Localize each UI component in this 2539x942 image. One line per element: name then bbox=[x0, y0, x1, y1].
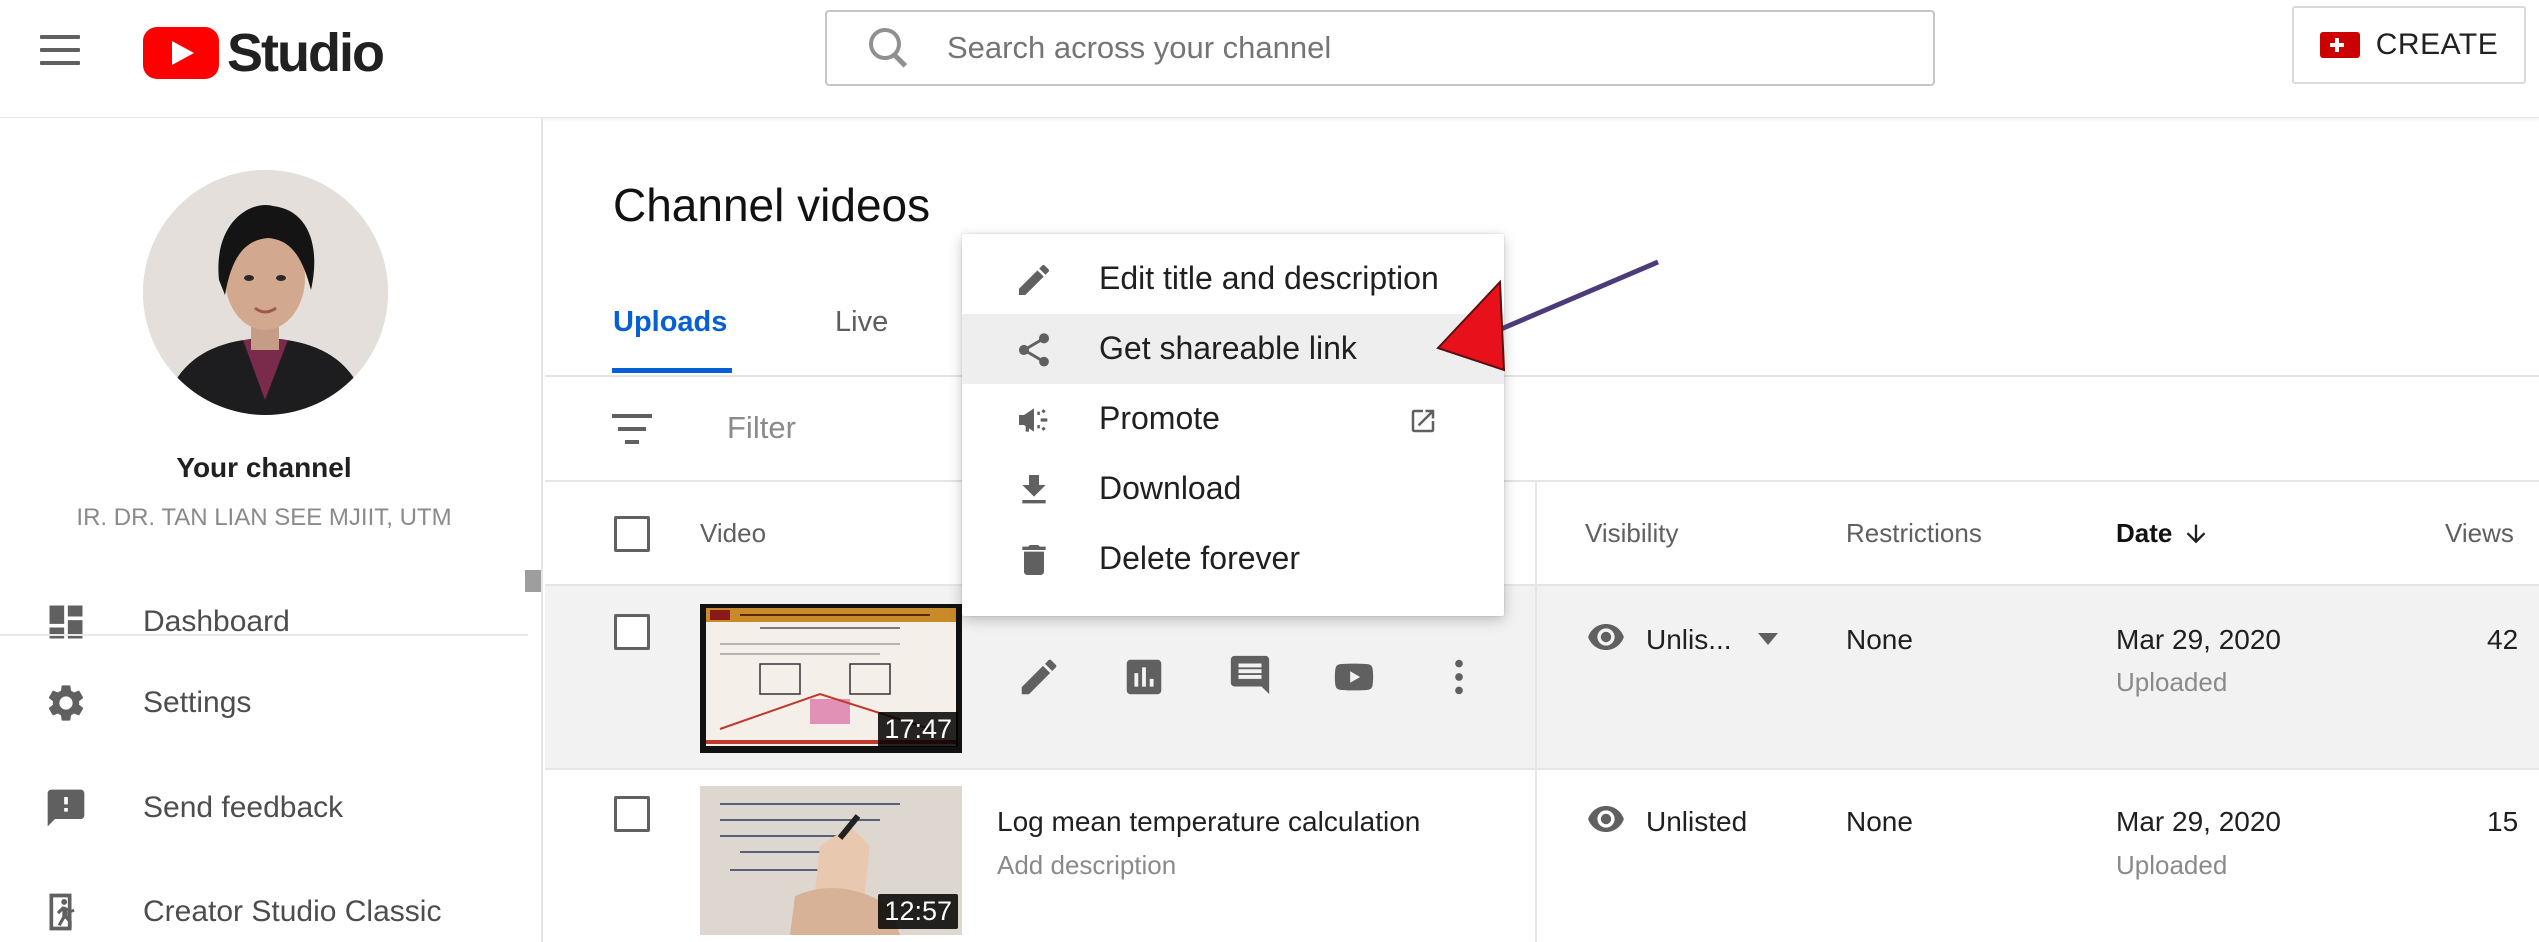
top-app-bar: Studio CREATE bbox=[0, 0, 2539, 118]
share-icon bbox=[1018, 333, 1050, 367]
column-header-views[interactable]: Views bbox=[2445, 518, 2514, 549]
column-header-date[interactable]: Date bbox=[2116, 518, 2206, 549]
sidebar-item-dashboard[interactable]: Dashboard bbox=[0, 582, 528, 662]
download-icon bbox=[1022, 475, 1046, 504]
menu-item-download[interactable]: Download bbox=[962, 454, 1504, 524]
analytics-icon[interactable] bbox=[1121, 654, 1167, 700]
dropdown-arrow-icon bbox=[1758, 633, 1778, 645]
menu-item-label: Get shareable link bbox=[1099, 330, 1357, 366]
menu-item-promote[interactable]: Promote bbox=[962, 384, 1504, 454]
video-duration: 17:47 bbox=[878, 712, 958, 747]
search-icon bbox=[867, 26, 911, 70]
search-box[interactable] bbox=[825, 10, 1935, 86]
sidebar-item-label: Send feedback bbox=[143, 791, 344, 824]
page-title: Channel videos bbox=[613, 179, 931, 231]
sidebar-divider bbox=[0, 634, 528, 636]
active-tab-indicator bbox=[612, 368, 732, 373]
menu-item-delete-forever[interactable]: Delete forever bbox=[962, 524, 1504, 594]
annotation-arrow bbox=[1436, 259, 1659, 372]
video-duration: 12:57 bbox=[878, 894, 958, 929]
column-header-video: Video bbox=[700, 518, 767, 548]
sidebar-item-label: Settings bbox=[143, 686, 252, 719]
gear-icon bbox=[48, 685, 84, 721]
sidebar-item-creator-studio-classic[interactable]: Creator Studio Classic bbox=[0, 872, 528, 942]
comments-icon[interactable] bbox=[1227, 652, 1273, 698]
search-input[interactable] bbox=[947, 30, 1847, 66]
video-thumbnail[interactable]: 12:57 bbox=[700, 786, 962, 935]
restrictions-value: None bbox=[1846, 624, 1913, 655]
create-button[interactable]: CREATE bbox=[2292, 6, 2526, 84]
visibility-value: Unlis... bbox=[1646, 624, 1732, 655]
row-divider bbox=[545, 768, 2539, 770]
menu-item-label: Download bbox=[1099, 470, 1242, 506]
menu-item-label: Edit title and description bbox=[1099, 260, 1439, 296]
menu-item-label: Promote bbox=[1099, 400, 1220, 436]
date-value: Mar 29, 2020 bbox=[2116, 624, 2281, 655]
channel-name: Your channel bbox=[176, 452, 352, 483]
youtube-view-icon[interactable] bbox=[1331, 654, 1377, 700]
date-status: Uploaded bbox=[2116, 850, 2228, 880]
tab-live[interactable]: Live bbox=[835, 306, 888, 339]
restrictions-value: None bbox=[1846, 806, 1913, 837]
column-divider bbox=[1535, 482, 1537, 942]
row-checkbox[interactable] bbox=[614, 614, 650, 650]
video-thumbnail[interactable]: 17:47 bbox=[700, 604, 962, 753]
feedback-icon bbox=[47, 789, 85, 827]
visibility-value[interactable]: Unlisted bbox=[1646, 806, 1747, 838]
video-description[interactable]: Add description bbox=[997, 850, 1176, 881]
channel-avatar[interactable] bbox=[143, 170, 388, 415]
menu-item-label: Delete forever bbox=[1099, 540, 1300, 576]
filter-icon[interactable] bbox=[610, 414, 654, 444]
filter-input[interactable]: Filter bbox=[727, 410, 796, 446]
studio-logo[interactable]: Studio bbox=[143, 22, 385, 84]
logo-text: Studio bbox=[227, 23, 385, 83]
sort-down-arrow-icon bbox=[2186, 524, 2206, 544]
row-checkbox[interactable] bbox=[614, 796, 650, 832]
external-link-icon bbox=[1411, 409, 1435, 433]
column-header-visibility[interactable]: Visibility bbox=[1585, 518, 1678, 549]
trash-icon bbox=[1022, 545, 1046, 575]
column-header-restrictions[interactable]: Restrictions bbox=[1846, 518, 1982, 549]
megaphone-icon bbox=[1019, 408, 1048, 432]
dashboard-icon bbox=[49, 605, 83, 639]
views-value: 42 bbox=[2487, 624, 2519, 655]
views-value: 15 bbox=[2487, 806, 2519, 837]
column-header-date-label: Date bbox=[2116, 518, 2173, 548]
sidebar-item-label: Creator Studio Classic bbox=[143, 895, 442, 928]
eye-icon bbox=[1588, 624, 1624, 650]
date-value: Mar 29, 2020 bbox=[2116, 806, 2281, 837]
video-title[interactable]: Log mean temperature calculation bbox=[997, 806, 1420, 838]
create-video-icon bbox=[2319, 32, 2360, 58]
exit-icon bbox=[49, 893, 75, 931]
filter-divider bbox=[545, 480, 2539, 482]
youtube-play-icon bbox=[143, 27, 219, 79]
select-all-checkbox[interactable] bbox=[614, 516, 650, 552]
sidebar-item-settings[interactable]: Settings bbox=[0, 663, 528, 743]
eye-icon bbox=[1588, 806, 1624, 832]
edit-details-icon[interactable] bbox=[1016, 654, 1062, 700]
pencil-icon bbox=[1019, 264, 1050, 295]
sidebar: Your channel IR. DR. TAN LIAN SEE MJIIT,… bbox=[0, 118, 543, 942]
sidebar-item-send-feedback[interactable]: Send feedback bbox=[0, 768, 528, 848]
visibility-dropdown[interactable]: Unlis... bbox=[1646, 624, 1778, 656]
more-options-icon[interactable] bbox=[1436, 654, 1482, 700]
tab-uploads[interactable]: Uploads bbox=[613, 306, 727, 339]
date-status: Uploaded bbox=[2116, 667, 2228, 697]
channel-subtitle: IR. DR. TAN LIAN SEE MJIIT, UTM bbox=[76, 504, 452, 531]
create-label: CREATE bbox=[2375, 28, 2499, 61]
menu-icon[interactable] bbox=[40, 33, 86, 67]
